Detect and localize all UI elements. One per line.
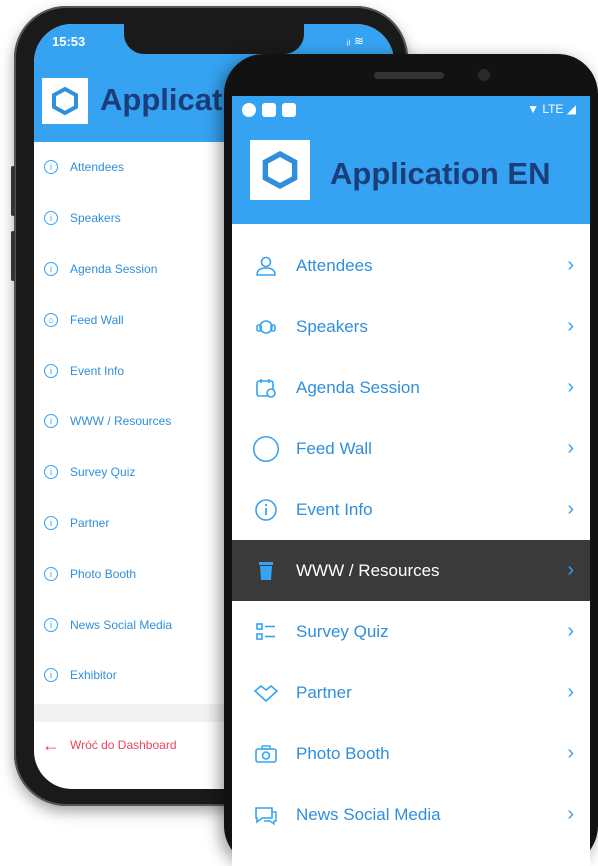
volume-button bbox=[11, 166, 15, 216]
menu-item-photo-booth[interactable]: Photo Booth › bbox=[232, 723, 590, 784]
headset-icon bbox=[252, 313, 280, 341]
android-screen: ▼ LTE ◢ Application EN Attendees › Speak… bbox=[232, 96, 590, 866]
app-title: Application EN bbox=[330, 156, 551, 191]
status-time: 15:53 bbox=[52, 34, 86, 49]
menu-item-news-social-media[interactable]: News Social Media › bbox=[232, 784, 590, 845]
app-logo bbox=[250, 140, 310, 200]
app-title: Applicat bbox=[100, 82, 223, 117]
menu-label: News Social Media bbox=[296, 804, 441, 824]
menu-item-www-resources[interactable]: WWW / Resources › bbox=[232, 540, 590, 601]
menu-label: Speakers bbox=[296, 316, 368, 336]
image-icon bbox=[282, 103, 296, 117]
calendar-icon bbox=[252, 374, 280, 402]
info-icon: i bbox=[44, 414, 58, 429]
camera-icon bbox=[252, 740, 280, 768]
info-icon: i bbox=[44, 465, 58, 480]
hexagon-logo-icon bbox=[262, 150, 298, 190]
chevron-right-icon: › bbox=[567, 254, 574, 276]
front-camera bbox=[478, 69, 490, 81]
menu-label: Survey Quiz bbox=[296, 621, 389, 641]
trash-icon bbox=[252, 557, 280, 585]
chevron-right-icon: › bbox=[567, 803, 574, 825]
menu-item-survey-quiz[interactable]: Survey Quiz › bbox=[232, 601, 590, 662]
menu-label: Partner bbox=[296, 682, 352, 702]
chevron-right-icon: › bbox=[567, 498, 574, 520]
info-icon: i bbox=[44, 668, 58, 683]
menu-label: Feed Wall bbox=[296, 438, 372, 458]
menu-item-speakers[interactable]: Speakers › bbox=[232, 296, 590, 357]
app-header: Application EN bbox=[232, 126, 590, 224]
android-device: ▼ LTE ◢ Application EN Attendees › Speak… bbox=[224, 54, 598, 866]
menu-label: Photo Booth bbox=[70, 566, 137, 581]
info-icon: i bbox=[44, 211, 58, 226]
menu-label: Exhibitor bbox=[70, 668, 117, 683]
volume-button bbox=[11, 231, 15, 281]
menu-label: Survey Quiz bbox=[70, 465, 136, 480]
menu-label: Event Info bbox=[296, 499, 373, 519]
info-icon: i bbox=[44, 261, 58, 276]
arrow-left-icon: ← bbox=[42, 734, 60, 755]
menu-item-agenda-session[interactable]: Agenda Session › bbox=[232, 357, 590, 418]
menu-label: Event Info bbox=[70, 363, 125, 378]
person-icon bbox=[252, 252, 280, 280]
menu-label: Partner bbox=[70, 515, 110, 530]
chevron-right-icon: › bbox=[567, 315, 574, 337]
menu-item-partner[interactable]: Partner › bbox=[232, 662, 590, 723]
handshake-icon bbox=[252, 679, 280, 707]
chevron-right-icon: › bbox=[567, 437, 574, 459]
info-icon: i bbox=[44, 160, 58, 175]
android-status-bar: ▼ LTE ◢ bbox=[232, 96, 590, 126]
speaker bbox=[374, 72, 444, 79]
menu-label: WWW / Resources bbox=[70, 414, 172, 429]
menu-label: Speakers bbox=[70, 211, 121, 226]
chevron-right-icon: › bbox=[567, 681, 574, 703]
menu-label: News Social Media bbox=[70, 617, 173, 632]
info-icon: i bbox=[44, 566, 58, 581]
menu-label: Attendees bbox=[296, 255, 373, 275]
menu-item-feed-wall[interactable]: Feed Wall › bbox=[232, 418, 590, 479]
info-icon: i bbox=[44, 363, 58, 378]
info-icon: i bbox=[44, 515, 58, 530]
menu-label: Photo Booth bbox=[296, 743, 390, 763]
menu-item-attendees[interactable]: Attendees › bbox=[232, 235, 590, 296]
chevron-right-icon: › bbox=[567, 742, 574, 764]
android-menu-list: Attendees › Speakers › Agenda Session › bbox=[232, 235, 590, 845]
menu-label: Agenda Session bbox=[70, 261, 158, 276]
app-logo bbox=[42, 78, 88, 124]
menu-label: WWW / Resources bbox=[296, 560, 440, 580]
list-icon bbox=[252, 618, 280, 646]
circle-icon bbox=[252, 435, 280, 463]
chevron-right-icon: › bbox=[567, 376, 574, 398]
info-icon: i bbox=[44, 617, 58, 632]
messenger-icon bbox=[242, 103, 256, 117]
notification-icons bbox=[242, 103, 296, 117]
trash-icon: ⌂ bbox=[44, 312, 58, 327]
status-icons: ᵢₗ ≋ bbox=[346, 34, 364, 48]
chat-icon bbox=[252, 801, 280, 829]
menu-item-event-info[interactable]: Event Info › bbox=[232, 479, 590, 540]
menu-label: Agenda Session bbox=[296, 377, 420, 397]
menu-label: Feed Wall bbox=[70, 312, 124, 327]
chevron-right-icon: › bbox=[567, 620, 574, 642]
menu-label: Attendees bbox=[70, 160, 125, 175]
chevron-right-icon: › bbox=[567, 559, 574, 581]
gallery-icon bbox=[262, 103, 276, 117]
hexagon-logo-icon bbox=[52, 86, 78, 116]
notch bbox=[124, 24, 304, 54]
back-label: Wróć do Dashboard bbox=[70, 738, 177, 752]
info-icon bbox=[252, 496, 280, 524]
signal-icons: ▼ LTE ◢ bbox=[527, 102, 576, 116]
